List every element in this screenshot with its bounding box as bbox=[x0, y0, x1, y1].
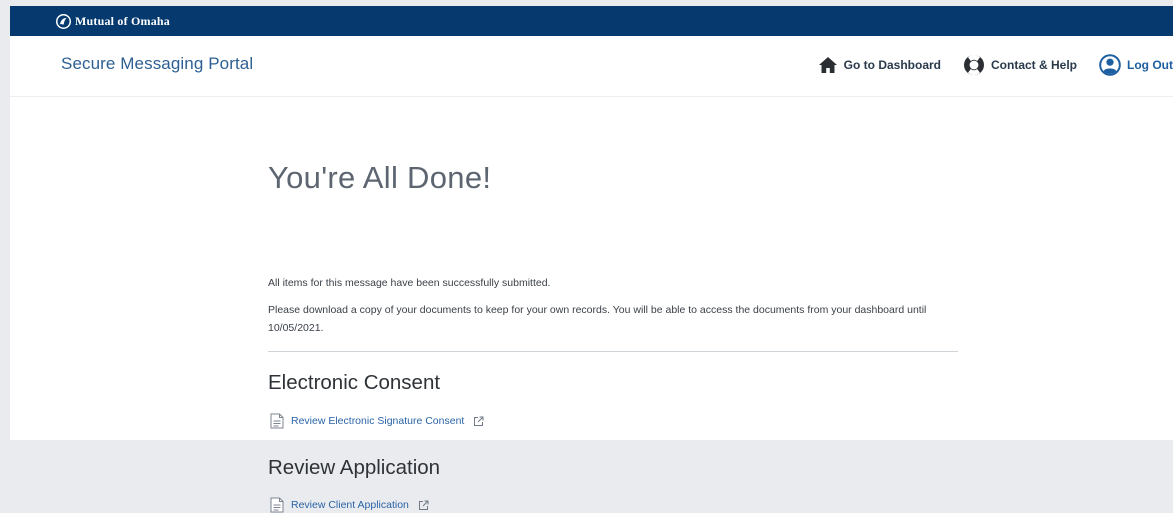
page-frame: Mutual of Omaha Secure Messaging Portal … bbox=[10, 6, 1173, 513]
review-client-application-link[interactable]: Review Client Application bbox=[270, 497, 429, 513]
portal-header: Secure Messaging Portal Go to Dashboard bbox=[10, 36, 1173, 97]
external-link-icon bbox=[418, 500, 429, 511]
document-icon bbox=[270, 497, 284, 513]
external-link-icon bbox=[473, 416, 484, 427]
go-to-dashboard-link[interactable]: Go to Dashboard bbox=[818, 56, 941, 74]
download-instructions: Please download a copy of your documents… bbox=[268, 304, 927, 334]
header-nav: Go to Dashboard Contact & Help Log Out bbox=[818, 53, 1173, 77]
home-icon bbox=[818, 56, 838, 74]
portal-title: Secure Messaging Portal bbox=[61, 54, 254, 73]
page-title: You're All Done! bbox=[268, 160, 492, 195]
log-out-label: Log Out bbox=[1127, 58, 1173, 72]
review-signature-consent-label: Review Electronic Signature Consent bbox=[291, 415, 465, 427]
submitted-message: All items for this message have been suc… bbox=[268, 277, 551, 289]
log-out-link[interactable]: Log Out bbox=[1099, 54, 1173, 76]
logo-emblem-icon bbox=[56, 13, 71, 29]
review-client-application-label: Review Client Application bbox=[291, 499, 409, 511]
company-logo[interactable]: Mutual of Omaha bbox=[56, 11, 170, 31]
review-application-heading: Review Application bbox=[268, 456, 441, 479]
contact-help-link[interactable]: Contact & Help bbox=[963, 54, 1077, 76]
lifebuoy-icon bbox=[963, 54, 985, 76]
electronic-consent-heading: Electronic Consent bbox=[268, 371, 441, 394]
review-signature-consent-link[interactable]: Review Electronic Signature Consent bbox=[270, 413, 484, 429]
document-icon bbox=[270, 413, 284, 429]
section-divider bbox=[268, 351, 958, 352]
logo-text: Mutual of Omaha bbox=[75, 13, 171, 28]
go-to-dashboard-label: Go to Dashboard bbox=[843, 58, 941, 72]
brand-bar: Mutual of Omaha bbox=[10, 6, 1173, 36]
contact-help-label: Contact & Help bbox=[991, 58, 1078, 72]
user-circle-icon bbox=[1099, 54, 1121, 76]
